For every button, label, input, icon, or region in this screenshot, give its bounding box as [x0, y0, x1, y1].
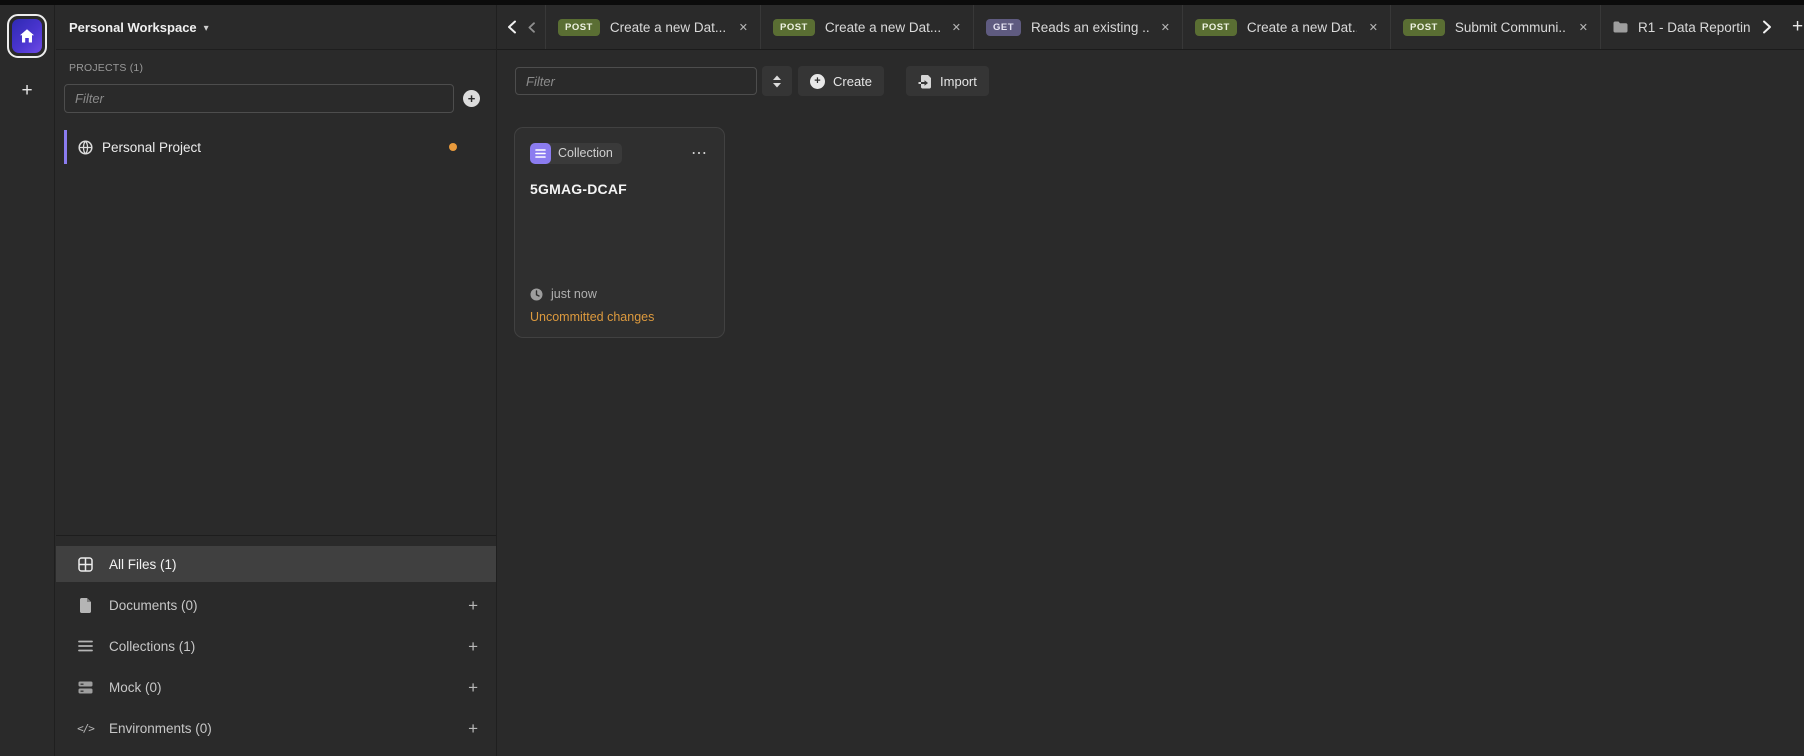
create-button[interactable]: + Create [798, 66, 884, 96]
workspace-switcher[interactable]: Personal Workspace ▾ [56, 5, 496, 50]
sidebar: Personal Workspace ▾ PROJECTS (1) + Pers… [56, 5, 497, 756]
add-workspace-button[interactable]: + [12, 81, 42, 100]
import-button-label: Import [940, 74, 977, 89]
tab-bar: POST Create a new Dat... ✕ POST Create a… [497, 5, 1804, 50]
circle-plus-icon: + [810, 74, 825, 89]
tab-request-2[interactable]: POST Create a new Dat... ✕ [760, 5, 973, 49]
tab-title: R1 - Data Reportin [1638, 20, 1750, 35]
collection-card[interactable]: Collection ⋯ 5GMAG-DCAF just now Uncommi… [514, 127, 725, 338]
tab-title: Reads an existing ... [1031, 20, 1149, 35]
tab-history-controls [497, 5, 545, 49]
tab-title: Create a new Dat... [825, 20, 940, 35]
sidebar-item-label: Mock (0) [109, 680, 162, 695]
card-type-label: Collection [551, 143, 622, 164]
tab-request-4[interactable]: POST Create a new Dat... ✕ [1182, 5, 1390, 49]
tab-request-1[interactable]: POST Create a new Dat... ✕ [545, 5, 760, 49]
add-mock-button[interactable]: + [468, 679, 478, 696]
list-icon [77, 640, 94, 652]
method-badge: POST [1195, 19, 1237, 36]
project-name: Personal Project [102, 140, 201, 155]
close-icon[interactable]: ✕ [952, 21, 961, 34]
server-icon [77, 681, 94, 694]
create-button-label: Create [833, 74, 872, 89]
collection-icon [530, 143, 551, 164]
home-icon [18, 27, 36, 45]
workspace-rail: + [0, 5, 55, 756]
tab-folder-r1-data-reporting[interactable]: R1 - Data Reportin [1600, 5, 1750, 49]
projects-heading: PROJECTS (1) [69, 62, 480, 74]
tab-title: Create a new Dat... [1247, 20, 1357, 35]
sidebar-item-collections[interactable]: Collections (1) + [56, 628, 496, 664]
code-icon: </> [77, 722, 94, 735]
home-workspace-button[interactable] [7, 14, 47, 58]
grid-icon [77, 557, 94, 572]
uncommitted-changes-status: Uncommitted changes [530, 310, 709, 324]
projects-section: PROJECTS (1) + Personal Project [56, 50, 496, 164]
files-filter-input[interactable] [515, 67, 757, 95]
home-button-surface [12, 19, 42, 53]
sidebar-item-documents[interactable]: Documents (0) + [56, 587, 496, 623]
tab-title: Submit Communi... [1455, 20, 1567, 35]
chevron-down-icon: ▾ [204, 21, 209, 34]
card-title: 5GMAG-DCAF [530, 181, 709, 197]
main-content: + Create Import Collection [497, 50, 1804, 756]
tab-title: Create a new Dat... [610, 20, 727, 35]
workspace-name: Personal Workspace [69, 20, 197, 35]
document-icon [77, 598, 94, 613]
sidebar-item-label: All Files (1) [109, 557, 177, 572]
sidebar-item-personal-project[interactable]: Personal Project [64, 130, 480, 164]
tab-request-3[interactable]: GET Reads an existing ... ✕ [973, 5, 1182, 49]
chevron-left-icon[interactable] [527, 22, 536, 33]
projects-filter-input[interactable] [64, 84, 454, 113]
sidebar-item-environments[interactable]: </> Environments (0) + [56, 710, 496, 746]
method-badge: POST [558, 19, 600, 36]
card-menu-button[interactable]: ⋯ [691, 146, 709, 162]
sidebar-item-label: Documents (0) [109, 598, 198, 613]
sort-button[interactable] [762, 66, 792, 96]
unsaved-changes-dot [449, 143, 457, 151]
sidebar-item-label: Collections (1) [109, 639, 195, 654]
tab-scroll-right-button[interactable] [1750, 5, 1784, 49]
close-icon[interactable]: ✕ [1579, 21, 1588, 34]
add-document-button[interactable]: + [468, 597, 478, 614]
method-badge: POST [1403, 19, 1445, 36]
sidebar-item-mock[interactable]: Mock (0) + [56, 669, 496, 705]
card-spacer [530, 197, 709, 287]
sidebar-spacer [56, 164, 496, 535]
card-header: Collection ⋯ [530, 143, 709, 164]
sort-icon [772, 75, 782, 88]
add-environment-button[interactable]: + [468, 720, 478, 737]
card-type-chip: Collection [530, 143, 622, 164]
card-updated-text: just now [551, 287, 597, 301]
sidebar-item-label: Environments (0) [109, 721, 212, 736]
new-tab-button[interactable]: + [1784, 5, 1804, 49]
projects-filter-row: + [64, 84, 480, 113]
history-back-button[interactable] [506, 20, 518, 34]
close-icon[interactable]: ✕ [1369, 21, 1378, 34]
add-project-button[interactable]: + [463, 90, 480, 107]
globe-icon [78, 140, 93, 155]
method-badge: POST [773, 19, 815, 36]
main-toolbar: + Create Import [515, 66, 989, 96]
folder-icon [1613, 21, 1628, 33]
sidebar-item-all-files[interactable]: All Files (1) [56, 546, 496, 582]
import-icon [918, 74, 932, 89]
clock-icon [530, 288, 543, 301]
chevron-right-icon [1761, 20, 1773, 34]
import-button[interactable]: Import [906, 66, 989, 96]
card-updated-row: just now [530, 287, 709, 301]
close-icon[interactable]: ✕ [1161, 21, 1170, 34]
method-badge: GET [986, 19, 1021, 36]
close-icon[interactable]: ✕ [739, 21, 748, 34]
add-collection-button[interactable]: + [468, 638, 478, 655]
sidebar-nav: All Files (1) Documents (0) + Collection… [56, 546, 496, 756]
sidebar-divider [56, 535, 496, 536]
tab-request-5[interactable]: POST Submit Communi... ✕ [1390, 5, 1600, 49]
